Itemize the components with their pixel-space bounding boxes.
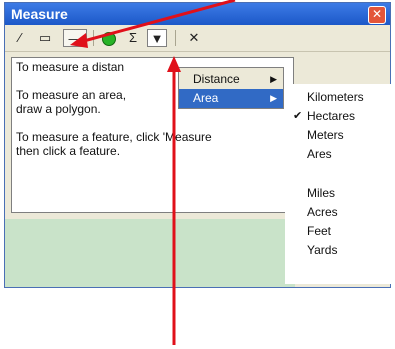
- arrow-to-feature-button: [70, 0, 236, 48]
- annotation-arrows: [70, 0, 236, 345]
- stage: Measure ✕ ⁄ ▭ — Σ ▼ ✕ To measure a dista…: [0, 0, 395, 349]
- arrow-to-units-dropdown: [167, 56, 181, 345]
